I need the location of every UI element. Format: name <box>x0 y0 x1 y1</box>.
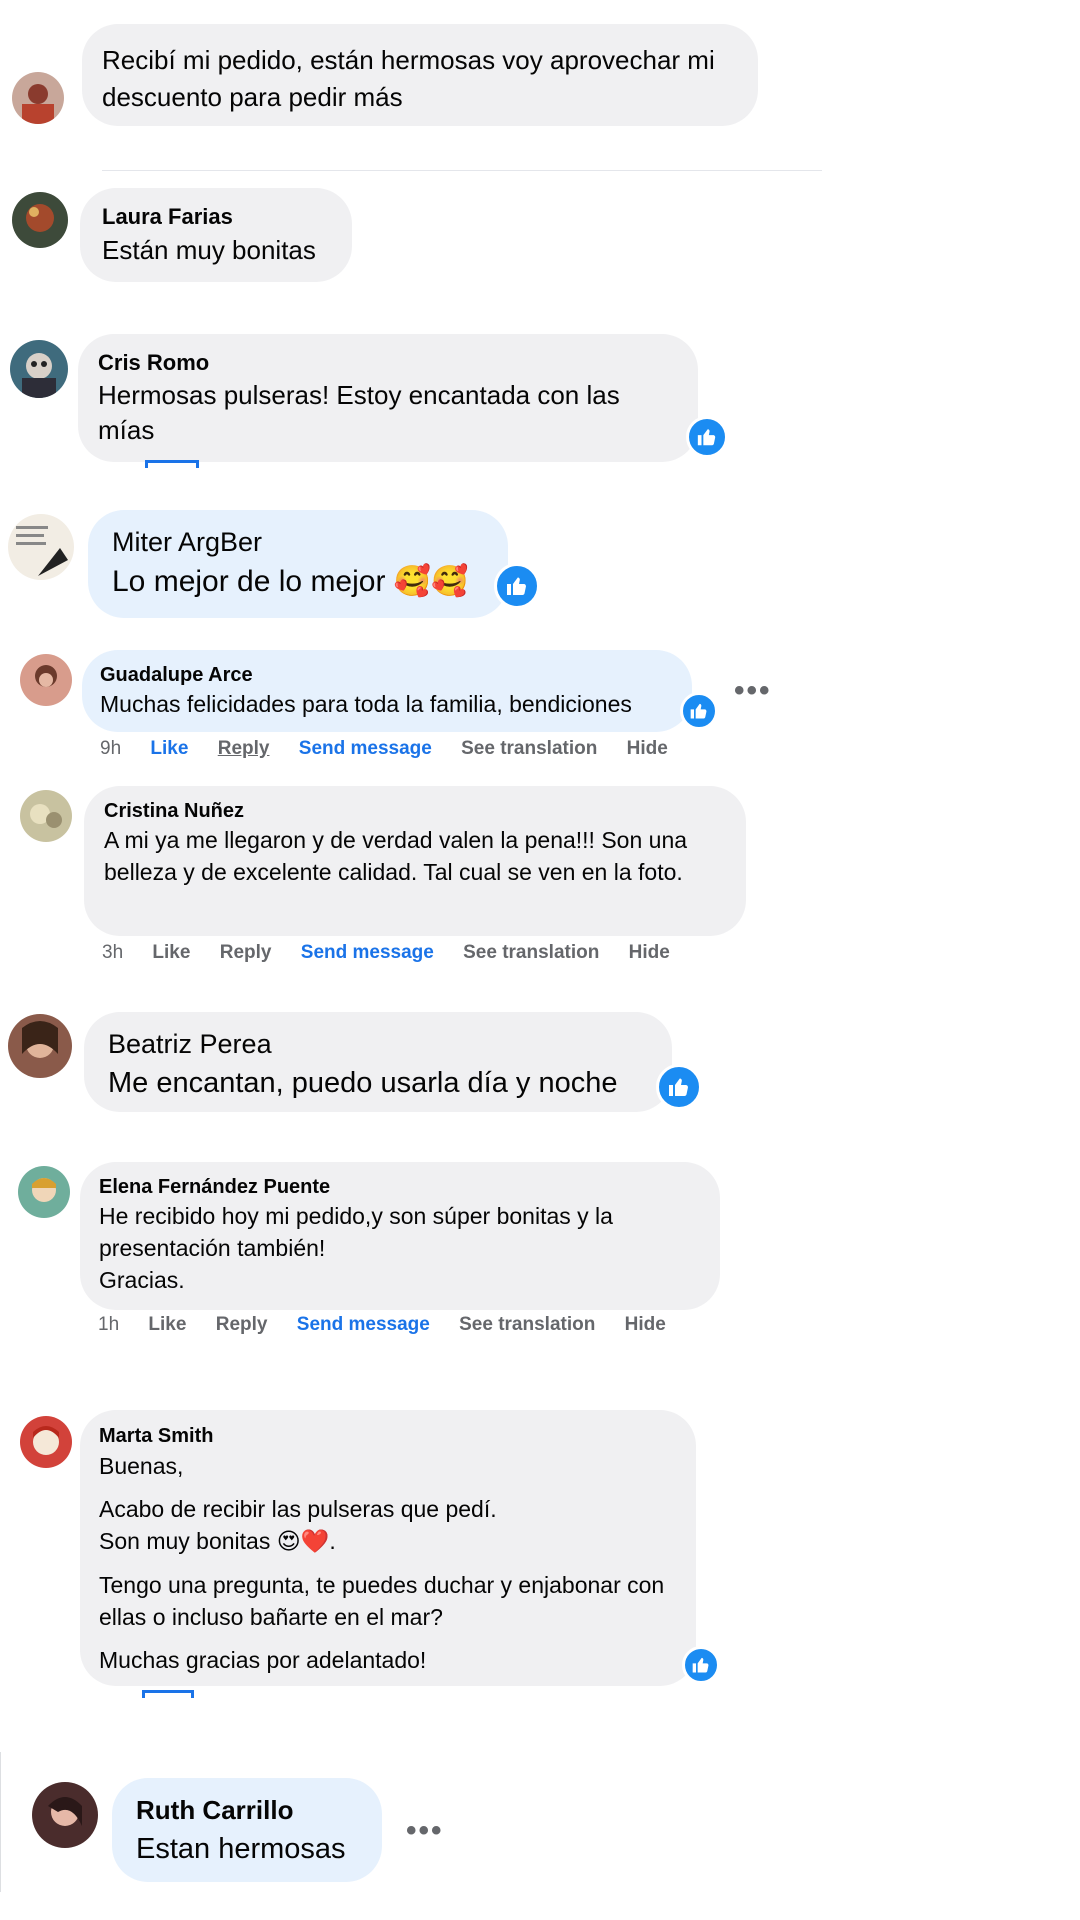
hide-button[interactable]: Hide <box>625 1314 666 1335</box>
comment-text: Hermosas pulseras! Estoy encantada con l… <box>98 380 620 445</box>
comment-paragraph: Buenas, <box>99 1453 184 1479</box>
avatar[interactable] <box>18 1166 70 1218</box>
comment-bubble: Elena Fernández Puente He recibido hoy m… <box>80 1162 720 1310</box>
focus-outline <box>145 460 199 468</box>
comment-text: He recibido hoy mi pedido,y son súper bo… <box>99 1203 613 1261</box>
comment-bubble: Ruth Carrillo Estan hermosas <box>112 1778 382 1882</box>
divider <box>102 170 822 171</box>
send-message-button[interactable]: Send message <box>297 1314 430 1335</box>
comment-text-content: Lo mejor de lo mejor <box>112 565 386 598</box>
comment-author[interactable]: Laura Farias <box>102 202 330 232</box>
more-options-icon[interactable]: ••• <box>734 674 772 708</box>
like-button[interactable]: Like <box>148 1314 186 1335</box>
comment-author[interactable]: Cristina Nuñez <box>104 798 726 824</box>
like-reaction-badge[interactable] <box>494 563 540 609</box>
left-edge-line <box>0 1752 1 1892</box>
comment-author[interactable]: Beatriz Perea <box>108 1026 648 1062</box>
see-translation-button[interactable]: See translation <box>459 1314 595 1335</box>
comment-bubble: Cristina Nuñez A mi ya me llegaron y de … <box>84 786 746 936</box>
comment-bubble: Guadalupe Arce Muchas felicidades para t… <box>82 650 692 732</box>
like-button[interactable]: Like <box>152 942 190 963</box>
comment-author[interactable]: Elena Fernández Puente <box>99 1174 701 1200</box>
comment-bubble: Miter ArgBer Lo mejor de lo mejor 🥰🥰 <box>88 510 508 618</box>
like-reaction-badge[interactable] <box>686 416 728 458</box>
comment-text-content: Son muy bonitas <box>99 1528 271 1554</box>
comment-time: 9h <box>100 738 122 759</box>
focus-outline <box>142 1690 194 1698</box>
comment-actions: 9h Like Reply Send message See translati… <box>100 738 692 760</box>
comment-bubble: Beatriz Perea Me encantan, puedo usarla … <box>84 1012 672 1112</box>
avatar[interactable] <box>32 1782 98 1848</box>
comment-author[interactable]: Cris Romo <box>98 348 678 378</box>
like-reaction-badge[interactable] <box>656 1064 702 1110</box>
thumbs-up-icon <box>690 703 707 719</box>
comment-text: Me encantan, puedo usarla día y noche <box>108 1067 618 1099</box>
send-message-button[interactable]: Send message <box>301 942 434 963</box>
thumbs-up-icon <box>697 429 716 446</box>
emoji-heart-eyes: 😍❤️ <box>276 1529 330 1555</box>
thumbs-up-icon <box>507 577 526 595</box>
comment-bubble: Recibí mi pedido, están hermosas voy apr… <box>82 24 758 126</box>
comment-time: 3h <box>102 942 124 963</box>
comment-author[interactable]: Ruth Carrillo <box>136 1792 358 1828</box>
avatar[interactable] <box>12 192 68 248</box>
comment-text-line: Gracias. <box>99 1267 185 1293</box>
comment-text: Lo mejor de lo mejor 🥰🥰 <box>112 560 484 604</box>
thumbs-up-icon <box>692 1657 709 1673</box>
comment-text: A mi ya me llegaron y de verdad valen la… <box>104 827 688 885</box>
see-translation-button[interactable]: See translation <box>463 942 599 963</box>
reply-button[interactable]: Reply <box>220 942 272 963</box>
avatar[interactable] <box>10 340 68 398</box>
hide-button[interactable]: Hide <box>627 738 668 759</box>
comment-text: Muchas felicidades para toda la familia,… <box>100 691 632 717</box>
avatar[interactable] <box>20 654 72 706</box>
comment-time: 1h <box>98 1314 120 1335</box>
see-translation-button[interactable]: See translation <box>461 738 597 759</box>
like-reaction-badge[interactable] <box>682 1646 720 1684</box>
avatar[interactable] <box>20 790 72 842</box>
comment-bubble: Marta Smith Buenas, Acabo de recibir las… <box>80 1410 696 1686</box>
like-button[interactable]: Like <box>150 738 188 759</box>
comment-author[interactable]: Miter ArgBer <box>112 524 484 560</box>
comment-actions: 1h Like Reply Send message See translati… <box>98 1314 690 1336</box>
reply-button[interactable]: Reply <box>218 738 270 759</box>
avatar[interactable] <box>8 514 74 580</box>
avatar[interactable] <box>12 72 64 124</box>
comment-paragraph: Acabo de recibir las pulseras que pedí. <box>99 1496 497 1522</box>
comment-author[interactable]: Guadalupe Arce <box>100 662 674 688</box>
avatar[interactable] <box>20 1416 72 1468</box>
reply-button[interactable]: Reply <box>216 1314 268 1335</box>
comment-bubble: Laura Farias Están muy bonitas <box>80 188 352 282</box>
comment-author[interactable]: Marta Smith <box>99 1422 677 1450</box>
emoji-smiling-hearts: 🥰🥰 <box>393 564 469 599</box>
comment-paragraph-line: Son muy bonitas 😍❤️. <box>99 1528 336 1555</box>
comment-text: Recibí mi pedido, están hermosas voy apr… <box>102 45 715 112</box>
comment-paragraph: Tengo una pregunta, te puedes duchar y e… <box>99 1572 665 1630</box>
thumbs-up-icon <box>669 1078 688 1096</box>
comment-text: Estan hermosas <box>136 1833 346 1865</box>
more-options-icon[interactable]: ••• <box>406 1814 444 1848</box>
comment-paragraph: Muchas gracias por adelantado! <box>99 1647 427 1673</box>
like-reaction-badge[interactable] <box>680 692 718 730</box>
hide-button[interactable]: Hide <box>629 942 670 963</box>
send-message-button[interactable]: Send message <box>299 738 432 759</box>
comment-bubble: Cris Romo Hermosas pulseras! Estoy encan… <box>78 334 698 462</box>
avatar[interactable] <box>8 1014 72 1078</box>
comment-actions: 3h Like Reply Send message See translati… <box>102 942 694 964</box>
comment-text: Están muy bonitas <box>102 235 316 265</box>
